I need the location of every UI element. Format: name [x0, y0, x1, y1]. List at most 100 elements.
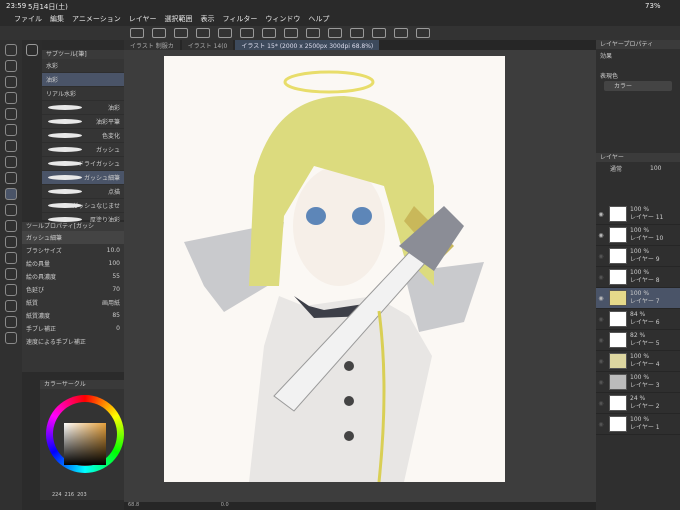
eye-icon[interactable]: ◉: [596, 379, 606, 386]
wand-icon[interactable]: [5, 124, 17, 136]
angle-value[interactable]: 0.0: [221, 502, 229, 508]
menu-view[interactable]: 表示: [201, 14, 215, 24]
tab-doc-3[interactable]: イラスト 15* (2000 x 2500px 300dpi 68.8%): [235, 40, 380, 50]
menu-edit[interactable]: 編集: [50, 14, 64, 24]
airbrush-icon[interactable]: [5, 204, 17, 216]
prop-label: 紙質濃度: [26, 313, 51, 320]
layer-row-selected[interactable]: ◉ 100 % レイヤー 7: [596, 288, 680, 309]
prop-label: 色延び: [26, 287, 45, 294]
layer-row[interactable]: ◉ 100 % レイヤー 3: [596, 372, 680, 393]
fill-icon[interactable]: [372, 28, 386, 38]
eye-icon[interactable]: ◉: [596, 232, 606, 239]
gradient-icon[interactable]: [5, 268, 17, 280]
deselect-icon[interactable]: [328, 28, 342, 38]
pencil-icon[interactable]: [5, 172, 17, 184]
menu-layer[interactable]: レイヤー: [129, 14, 157, 24]
blend-mode-select[interactable]: 通常: [610, 164, 622, 173]
menu-help[interactable]: ヘルプ: [308, 14, 329, 24]
menu-filter[interactable]: フィルター: [223, 14, 258, 24]
balloon-icon[interactable]: [5, 316, 17, 328]
layer-row[interactable]: ◉ 100 % レイヤー 8: [596, 267, 680, 288]
invert-selection-icon[interactable]: [350, 28, 364, 38]
brush-group-label: 水彩: [46, 63, 59, 70]
brush-item[interactable]: 点描: [42, 185, 124, 199]
eye-icon[interactable]: ◉: [596, 274, 606, 281]
prop-row[interactable]: 手ブレ補正 0: [22, 322, 124, 335]
face-shape: [293, 166, 385, 286]
menu-file[interactable]: ファイル: [14, 14, 42, 24]
pen-icon[interactable]: [5, 156, 17, 168]
eye-icon[interactable]: ◉: [596, 316, 606, 323]
prop-row[interactable]: 色延び 70: [22, 283, 124, 296]
brush-item[interactable]: ガッシュ: [42, 143, 124, 157]
eraser-icon[interactable]: [5, 220, 17, 232]
brush-group-watercolor[interactable]: 水彩: [42, 59, 124, 73]
menu-selection[interactable]: 選択範囲: [165, 14, 193, 24]
saturation-square[interactable]: [64, 423, 106, 465]
redo-icon[interactable]: [240, 28, 254, 38]
layer-row[interactable]: ◉ 100 % レイヤー 10: [596, 225, 680, 246]
subtool-group-icon[interactable]: [26, 44, 38, 56]
brush-stroke-preview: [48, 175, 82, 180]
eye-icon[interactable]: ◉: [596, 358, 606, 365]
brush-item[interactable]: ガッシュなじませ: [42, 199, 124, 213]
layer-row[interactable]: ◉ 100 % レイヤー 9: [596, 246, 680, 267]
layer-row[interactable]: ◉ 100 % レイヤー 1: [596, 414, 680, 435]
layer-row[interactable]: ◉ 100 % レイヤー 4: [596, 351, 680, 372]
eye-icon[interactable]: ◉: [596, 295, 606, 302]
brush-group-real-watercolor[interactable]: リアル水彩: [42, 87, 124, 101]
select-icon[interactable]: [5, 92, 17, 104]
brush-item[interactable]: ドライガッシュ: [42, 157, 124, 171]
ruler-tool-icon[interactable]: [5, 332, 17, 344]
r-value: 224: [52, 492, 62, 498]
new-file-icon[interactable]: [152, 28, 166, 38]
eye-icon[interactable]: ◉: [596, 421, 606, 428]
prop-row[interactable]: 紙質 画用紙: [22, 296, 124, 309]
undo-icon[interactable]: [218, 28, 232, 38]
eyedropper-icon[interactable]: [5, 140, 17, 152]
layer-row[interactable]: ◉ 24 % レイヤー 2: [596, 393, 680, 414]
prop-row[interactable]: 速度による手ブレ補正: [22, 335, 124, 348]
lasso-icon[interactable]: [5, 108, 17, 120]
prop-row[interactable]: 絵の具濃度 55: [22, 270, 124, 283]
zoom-value[interactable]: 68.8: [128, 502, 139, 508]
brush-item[interactable]: 油彩: [42, 101, 124, 115]
brush-item-selected[interactable]: ガッシュ細筆: [42, 171, 124, 185]
expression-select[interactable]: カラー: [604, 81, 672, 91]
hand-icon[interactable]: [5, 60, 17, 72]
edit-icon[interactable]: [416, 28, 430, 38]
menu-icon[interactable]: [130, 28, 144, 38]
prop-row[interactable]: 絵の具量 100: [22, 257, 124, 270]
menu-animation[interactable]: アニメーション: [72, 14, 121, 24]
clear-icon[interactable]: [262, 28, 276, 38]
ruler-icon[interactable]: [394, 28, 408, 38]
artwork-canvas[interactable]: [164, 56, 505, 482]
fill-bucket-icon[interactable]: [5, 252, 17, 264]
move-icon[interactable]: [5, 76, 17, 88]
eye-icon[interactable]: ◉: [596, 400, 606, 407]
shape-icon[interactable]: [5, 284, 17, 296]
text-icon[interactable]: [5, 300, 17, 312]
prop-row[interactable]: ブラシサイズ 10.0: [22, 244, 124, 257]
prop-row[interactable]: 紙質濃度 85: [22, 309, 124, 322]
blend-icon[interactable]: [5, 236, 17, 248]
eye-icon[interactable]: ◉: [596, 211, 606, 218]
transform-icon[interactable]: [284, 28, 298, 38]
opacity-value[interactable]: 100: [650, 165, 661, 172]
open-icon[interactable]: [174, 28, 188, 38]
zoom-icon[interactable]: [5, 44, 17, 56]
brush-icon[interactable]: [5, 188, 17, 200]
eye-icon[interactable]: ◉: [596, 337, 606, 344]
layer-row[interactable]: ◉ 84 % レイヤー 6: [596, 309, 680, 330]
eye-icon[interactable]: ◉: [596, 253, 606, 260]
brush-item[interactable]: 色変化: [42, 129, 124, 143]
layer-row[interactable]: ◉ 82 % レイヤー 5: [596, 330, 680, 351]
tab-doc-2[interactable]: イラスト 14(0: [181, 40, 234, 50]
crop-icon[interactable]: [306, 28, 320, 38]
layer-row[interactable]: ◉ 100 % レイヤー 11: [596, 204, 680, 225]
menu-window[interactable]: ウィンドウ: [265, 14, 300, 24]
tab-doc-1[interactable]: イラスト 制服カ: [124, 40, 180, 50]
brush-group-oil[interactable]: 油彩: [42, 73, 124, 87]
save-icon[interactable]: [196, 28, 210, 38]
brush-item[interactable]: 油彩平筆: [42, 115, 124, 129]
